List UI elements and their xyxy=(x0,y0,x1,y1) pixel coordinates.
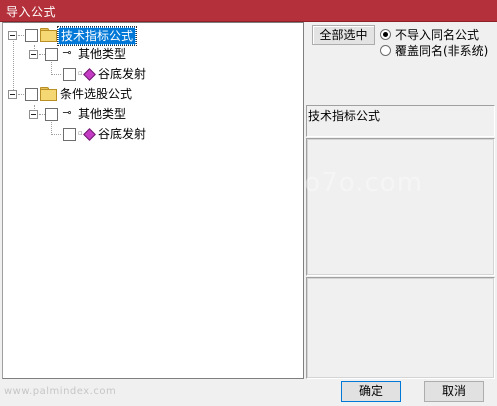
formula-detail-panel xyxy=(306,277,495,379)
tree-node-label[interactable]: 条件选股公式 xyxy=(58,86,134,102)
select-all-button[interactable]: 全部选中 xyxy=(312,25,375,45)
radio-skip-duplicates[interactable]: 不导入同名公式 xyxy=(380,27,495,43)
tree-guide-line xyxy=(51,134,61,135)
key-icon: ⊸ xyxy=(62,46,72,59)
tree-node-label[interactable]: 其他类型 xyxy=(76,46,128,62)
formula-marker-icon: ▫ xyxy=(78,129,83,137)
radio-button[interactable] xyxy=(380,45,391,56)
category-checkbox[interactable] xyxy=(45,48,58,61)
tree-guide-line xyxy=(18,35,24,36)
tree-node-formula[interactable]: ▫ 谷底发射 xyxy=(3,125,303,143)
tree-node-label[interactable]: 其他类型 xyxy=(76,106,128,122)
title-bar: 导入公式 xyxy=(0,0,497,22)
formula-tree[interactable]: 技术指标公式 ⊸ 其他类型 ▫ 谷底发射 条件选股公式 ⊸ 其他类型 ▫ 谷底发… xyxy=(2,22,304,379)
ok-button[interactable]: 确定 xyxy=(341,381,401,402)
window-title: 导入公式 xyxy=(6,5,57,19)
watermark-text: u.6o7o.com xyxy=(260,168,423,198)
cancel-button[interactable]: 取消 xyxy=(424,381,484,402)
tree-node-formula[interactable]: ▫ 谷底发射 xyxy=(3,65,303,83)
collapse-icon[interactable] xyxy=(8,90,17,99)
formula-name-panel: 技术指标公式 xyxy=(306,105,495,137)
formula-checkbox[interactable] xyxy=(63,128,76,141)
collapse-icon[interactable] xyxy=(29,110,38,119)
panel-frame xyxy=(307,139,494,275)
formula-marker-icon: ▫ xyxy=(78,69,83,77)
tree-node-label[interactable]: 技术指标公式 xyxy=(56,26,138,46)
tree-node-group[interactable]: 条件选股公式 xyxy=(3,85,303,103)
formula-name-text: 技术指标公式 xyxy=(308,109,381,123)
group-checkbox[interactable] xyxy=(25,29,38,42)
radio-label: 覆盖同名(非系统) xyxy=(395,44,489,58)
tree-node-group[interactable]: 技术指标公式 xyxy=(3,26,303,46)
collapse-icon[interactable] xyxy=(8,31,17,40)
folder-icon xyxy=(40,87,57,101)
radio-label: 不导入同名公式 xyxy=(395,28,480,42)
key-icon: ⊸ xyxy=(62,106,72,119)
tree-node-label[interactable]: 谷底发射 xyxy=(96,66,148,82)
formula-gem-icon xyxy=(83,128,96,141)
formula-checkbox[interactable] xyxy=(63,68,76,81)
formula-gem-icon xyxy=(83,68,96,81)
category-checkbox[interactable] xyxy=(45,108,58,121)
formula-description-panel xyxy=(306,138,495,276)
radio-button[interactable] xyxy=(380,29,391,40)
tree-guide-line xyxy=(18,94,24,95)
watermark-footer: www.palmindex.com xyxy=(4,386,117,397)
tree-node-label[interactable]: 谷底发射 xyxy=(96,126,148,142)
tree-node-category[interactable]: ⊸ 其他类型 xyxy=(3,45,303,63)
tree-node-category[interactable]: ⊸ 其他类型 xyxy=(3,105,303,123)
folder-icon xyxy=(40,28,57,42)
collapse-icon[interactable] xyxy=(29,50,38,59)
group-checkbox[interactable] xyxy=(25,88,38,101)
panel-frame xyxy=(307,278,494,378)
tree-guide-line xyxy=(51,74,61,75)
radio-overwrite-duplicates[interactable]: 覆盖同名(非系统) xyxy=(380,43,495,59)
